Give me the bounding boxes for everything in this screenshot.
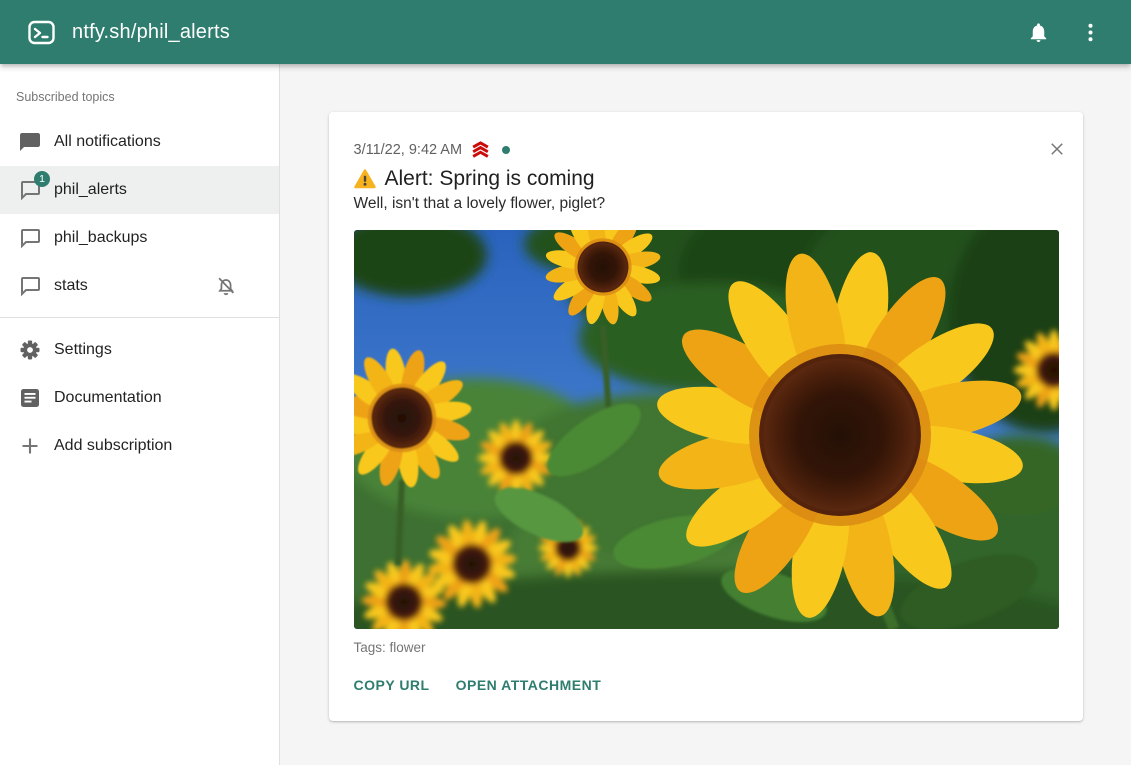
article-icon xyxy=(18,386,42,410)
bell-muted-icon xyxy=(215,275,237,297)
sidebar-divider xyxy=(0,317,279,318)
sidebar: Subscribed topics All notifications 1 ph… xyxy=(0,64,280,765)
notification-card: 3/11/22, 9:42 AM A xyxy=(329,112,1083,721)
unread-badge: 1 xyxy=(34,171,50,187)
attachment-image[interactable] xyxy=(354,230,1059,629)
sidebar-item-add-subscription[interactable]: Add subscription xyxy=(0,422,279,470)
card-actions: COPY URL OPEN ATTACHMENT xyxy=(354,669,1058,701)
timestamp: 3/11/22, 9:42 AM xyxy=(354,142,463,158)
page-title: ntfy.sh/phil_alerts xyxy=(72,21,1025,44)
sidebar-item-settings[interactable]: Settings xyxy=(0,326,279,374)
topic-label: phil_alerts xyxy=(54,181,127,199)
warning-emoji-icon xyxy=(354,169,376,189)
close-icon[interactable] xyxy=(1048,140,1066,158)
chat-bubble-filled-icon xyxy=(18,130,42,154)
chat-bubble-outline-icon xyxy=(18,274,42,298)
topic-label: stats xyxy=(54,277,88,295)
sidebar-item-documentation[interactable]: Documentation xyxy=(0,374,279,422)
chat-bubble-outline-icon: 1 xyxy=(18,178,42,202)
chat-bubble-outline-icon xyxy=(18,226,42,250)
appbar: ntfy.sh/phil_alerts xyxy=(0,0,1131,64)
sidebar-item-phil-alerts[interactable]: 1 phil_alerts xyxy=(0,166,279,214)
notification-title-row: Alert: Spring is coming xyxy=(354,167,1058,191)
plus-icon xyxy=(18,434,42,458)
appbar-actions xyxy=(1025,19,1113,45)
topic-label: All notifications xyxy=(54,133,161,151)
sidebar-item-all-notifications[interactable]: All notifications xyxy=(0,118,279,166)
open-attachment-button[interactable]: OPEN ATTACHMENT xyxy=(456,669,602,701)
sidebar-item-phil-backups[interactable]: phil_backups xyxy=(0,214,279,262)
notification-body: Well, isn't that a lovely flower, piglet… xyxy=(354,195,1058,213)
main-content: 3/11/22, 9:42 AM A xyxy=(280,64,1131,765)
tags-label: Tags: flower xyxy=(354,640,1058,655)
notification-title: Alert: Spring is coming xyxy=(385,167,595,191)
ntfy-terminal-logo-icon xyxy=(28,19,55,46)
overflow-menu-icon[interactable] xyxy=(1077,19,1103,45)
sidebar-item-stats[interactable]: stats xyxy=(0,262,279,310)
action-label: Add subscription xyxy=(54,437,172,455)
action-label: Documentation xyxy=(54,389,162,407)
unread-dot xyxy=(502,146,510,154)
notifications-bell-icon[interactable] xyxy=(1025,19,1051,45)
action-label: Settings xyxy=(54,341,112,359)
copy-url-button[interactable]: COPY URL xyxy=(354,669,430,701)
notification-meta: 3/11/22, 9:42 AM xyxy=(354,140,1058,159)
priority-high-icon xyxy=(470,140,491,159)
gear-icon xyxy=(18,338,42,362)
topic-label: phil_backups xyxy=(54,229,147,247)
subscribed-topics-label: Subscribed topics xyxy=(0,64,279,118)
